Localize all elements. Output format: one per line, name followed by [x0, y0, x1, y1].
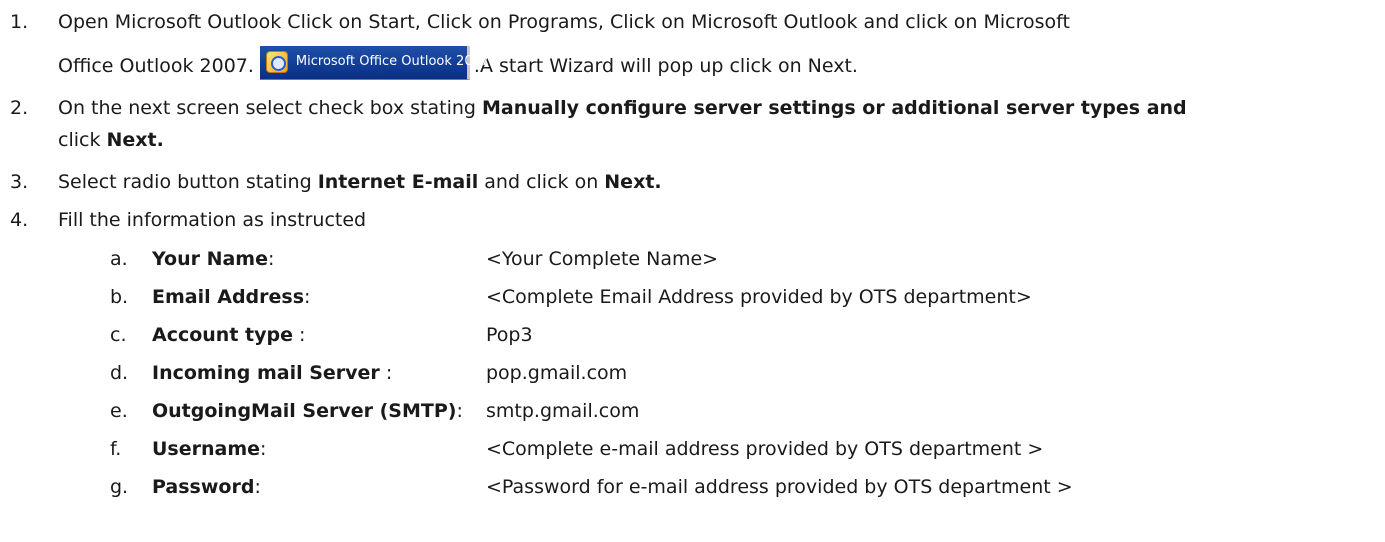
instructions-document: 1. Open Microsoft Outlook Click on Start…: [0, 0, 1385, 542]
step-3-bold-2: Next.: [604, 171, 662, 193]
step-4-line: Fill the information as instructed: [58, 209, 367, 231]
field-label-text: Password: [152, 476, 255, 498]
field-letter: a.: [110, 248, 128, 270]
field-label: Incoming mail Server :: [152, 359, 392, 387]
field-letter: b.: [110, 286, 129, 308]
step-1-line-1: Open Microsoft Outlook Click on Start, C…: [58, 11, 1070, 33]
field-value: <Complete Email Address provided by OTS …: [486, 286, 1032, 308]
field-value: <Complete e-mail address provided by OTS…: [486, 438, 1044, 460]
field-value: pop.gmail.com: [486, 362, 628, 384]
outlook-icon: [265, 50, 288, 73]
step-1-line-2: Office Outlook 2007. Microsoft Office Out…: [58, 45, 858, 80]
field-label: OutgoingMail Server (SMTP):: [152, 397, 463, 425]
step-2-text: On the next screen select check box stat…: [58, 97, 482, 119]
field-label: Email Address:: [152, 283, 310, 311]
field-label-suffix: :: [293, 324, 306, 346]
step-2-line-2: click Next.: [58, 126, 164, 154]
field-label: Username:: [152, 435, 266, 463]
field-value: smtp.gmail.com: [486, 400, 640, 422]
field-value: Pop3: [486, 324, 533, 346]
step-2-next-bold: Next.: [106, 129, 164, 151]
field-value: <Password for e-mail address provided by…: [486, 476, 1073, 498]
field-letter: g.: [110, 476, 129, 498]
field-label-text: Incoming mail Server: [152, 362, 380, 384]
field-label-text: Email Address: [152, 286, 305, 308]
field-label-suffix: :: [268, 248, 275, 270]
field-label-suffix: :: [254, 476, 261, 498]
step-3-mid-text: and click on: [478, 171, 605, 193]
step-3-text: Select radio button stating: [58, 171, 318, 193]
step-2-line-1: On the next screen select check box stat…: [58, 94, 1187, 122]
step-3-bold-1: Internet E-mail: [317, 171, 479, 193]
field-label-text: Account type: [152, 324, 293, 346]
field-label-text: Your Name: [152, 248, 268, 270]
step-2-line-2-text: click: [58, 129, 107, 151]
step-4-number: 4.: [10, 209, 29, 231]
field-letter: d.: [110, 362, 129, 384]
step-1-line-2-suffix: .A start Wizard will pop up click on Nex…: [473, 55, 858, 77]
field-value: <Your Complete Name>: [486, 248, 719, 270]
field-letter: e.: [110, 400, 128, 422]
step-1-number: 1.: [10, 11, 29, 33]
field-label-suffix: :: [379, 362, 393, 384]
step-3-line: Select radio button stating Internet E-m…: [58, 168, 662, 196]
field-label-suffix: :: [304, 286, 311, 308]
step-2-number: 2.: [10, 97, 29, 119]
field-label-text: Username: [152, 438, 261, 460]
field-letter: f.: [110, 438, 122, 460]
step-3-number: 3.: [10, 171, 29, 193]
step-2-bold-text: Manually configure server settings or ad…: [482, 97, 1187, 119]
field-letter: c.: [110, 324, 127, 346]
outlook-start-button[interactable]: Microsoft Office Outlook 2007: [259, 45, 489, 80]
field-label: Your Name:: [152, 245, 274, 273]
field-label: Password:: [152, 473, 261, 501]
field-label-suffix: :: [260, 438, 267, 460]
field-label-text: OutgoingMail Server (SMTP): [152, 400, 457, 422]
step-1-line-2-text: Office Outlook 2007.: [58, 55, 254, 77]
field-label-suffix: :: [456, 400, 463, 422]
field-label: Account type :: [152, 321, 305, 349]
outlook-start-button-label: Microsoft Office Outlook 2007: [295, 53, 490, 69]
